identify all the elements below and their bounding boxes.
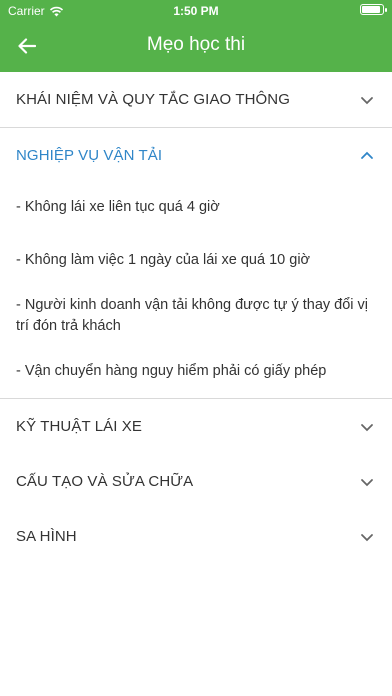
section-content: - Không lái xe liên tục quá 4 giờ - Khôn…	[0, 183, 392, 398]
section-cau-tao[interactable]: CẤU TẠO VÀ SỬA CHỮA	[0, 454, 392, 509]
status-time: 1:50 PM	[173, 4, 219, 18]
tips-list: KHÁI NIỆM VÀ QUY TẮC GIAO THÔNG NGHIỆP V…	[0, 72, 392, 564]
chevron-down-icon	[361, 423, 373, 431]
section-label: NGHIỆP VỤ VẬN TẢI	[16, 147, 163, 164]
section-sa-hinh[interactable]: SA HÌNH	[0, 509, 392, 564]
list-item: - Người kinh doanh vận tải không được tự…	[16, 297, 369, 334]
chevron-down-icon	[361, 478, 373, 486]
section-label: SA HÌNH	[16, 528, 77, 545]
chevron-down-icon	[361, 533, 373, 541]
chevron-down-icon	[361, 96, 373, 104]
chevron-up-icon	[361, 151, 373, 159]
section-label: KỸ THUẬT LÁI XE	[16, 418, 142, 435]
app-bar: Carrier 1:50 PM Mẹo học thi	[0, 0, 392, 72]
section-khai-niem[interactable]: KHÁI NIỆM VÀ QUY TẮC GIAO THÔNG	[0, 72, 392, 127]
section-label: CẤU TẠO VÀ SỬA CHỮA	[16, 473, 194, 490]
section-ky-thuat[interactable]: KỸ THUẬT LÁI XE	[0, 399, 392, 454]
list-item: - Không làm việc 1 ngày của lái xe quá 1…	[16, 252, 311, 268]
section-label: KHÁI NIỆM VÀ QUY TẮC GIAO THÔNG	[16, 91, 290, 108]
list-item: - Vận chuyển hàng nguy hiểm phải có giấy…	[16, 363, 327, 379]
battery-icon	[360, 4, 387, 15]
list-item: - Không lái xe liên tục quá 4 giờ	[16, 199, 220, 215]
section-nghiep-vu[interactable]: NGHIỆP VỤ VẬN TẢI	[0, 128, 392, 183]
page-title: Mẹo học thi	[146, 34, 246, 55]
status-bar: Carrier 1:50 PM	[0, 0, 392, 22]
